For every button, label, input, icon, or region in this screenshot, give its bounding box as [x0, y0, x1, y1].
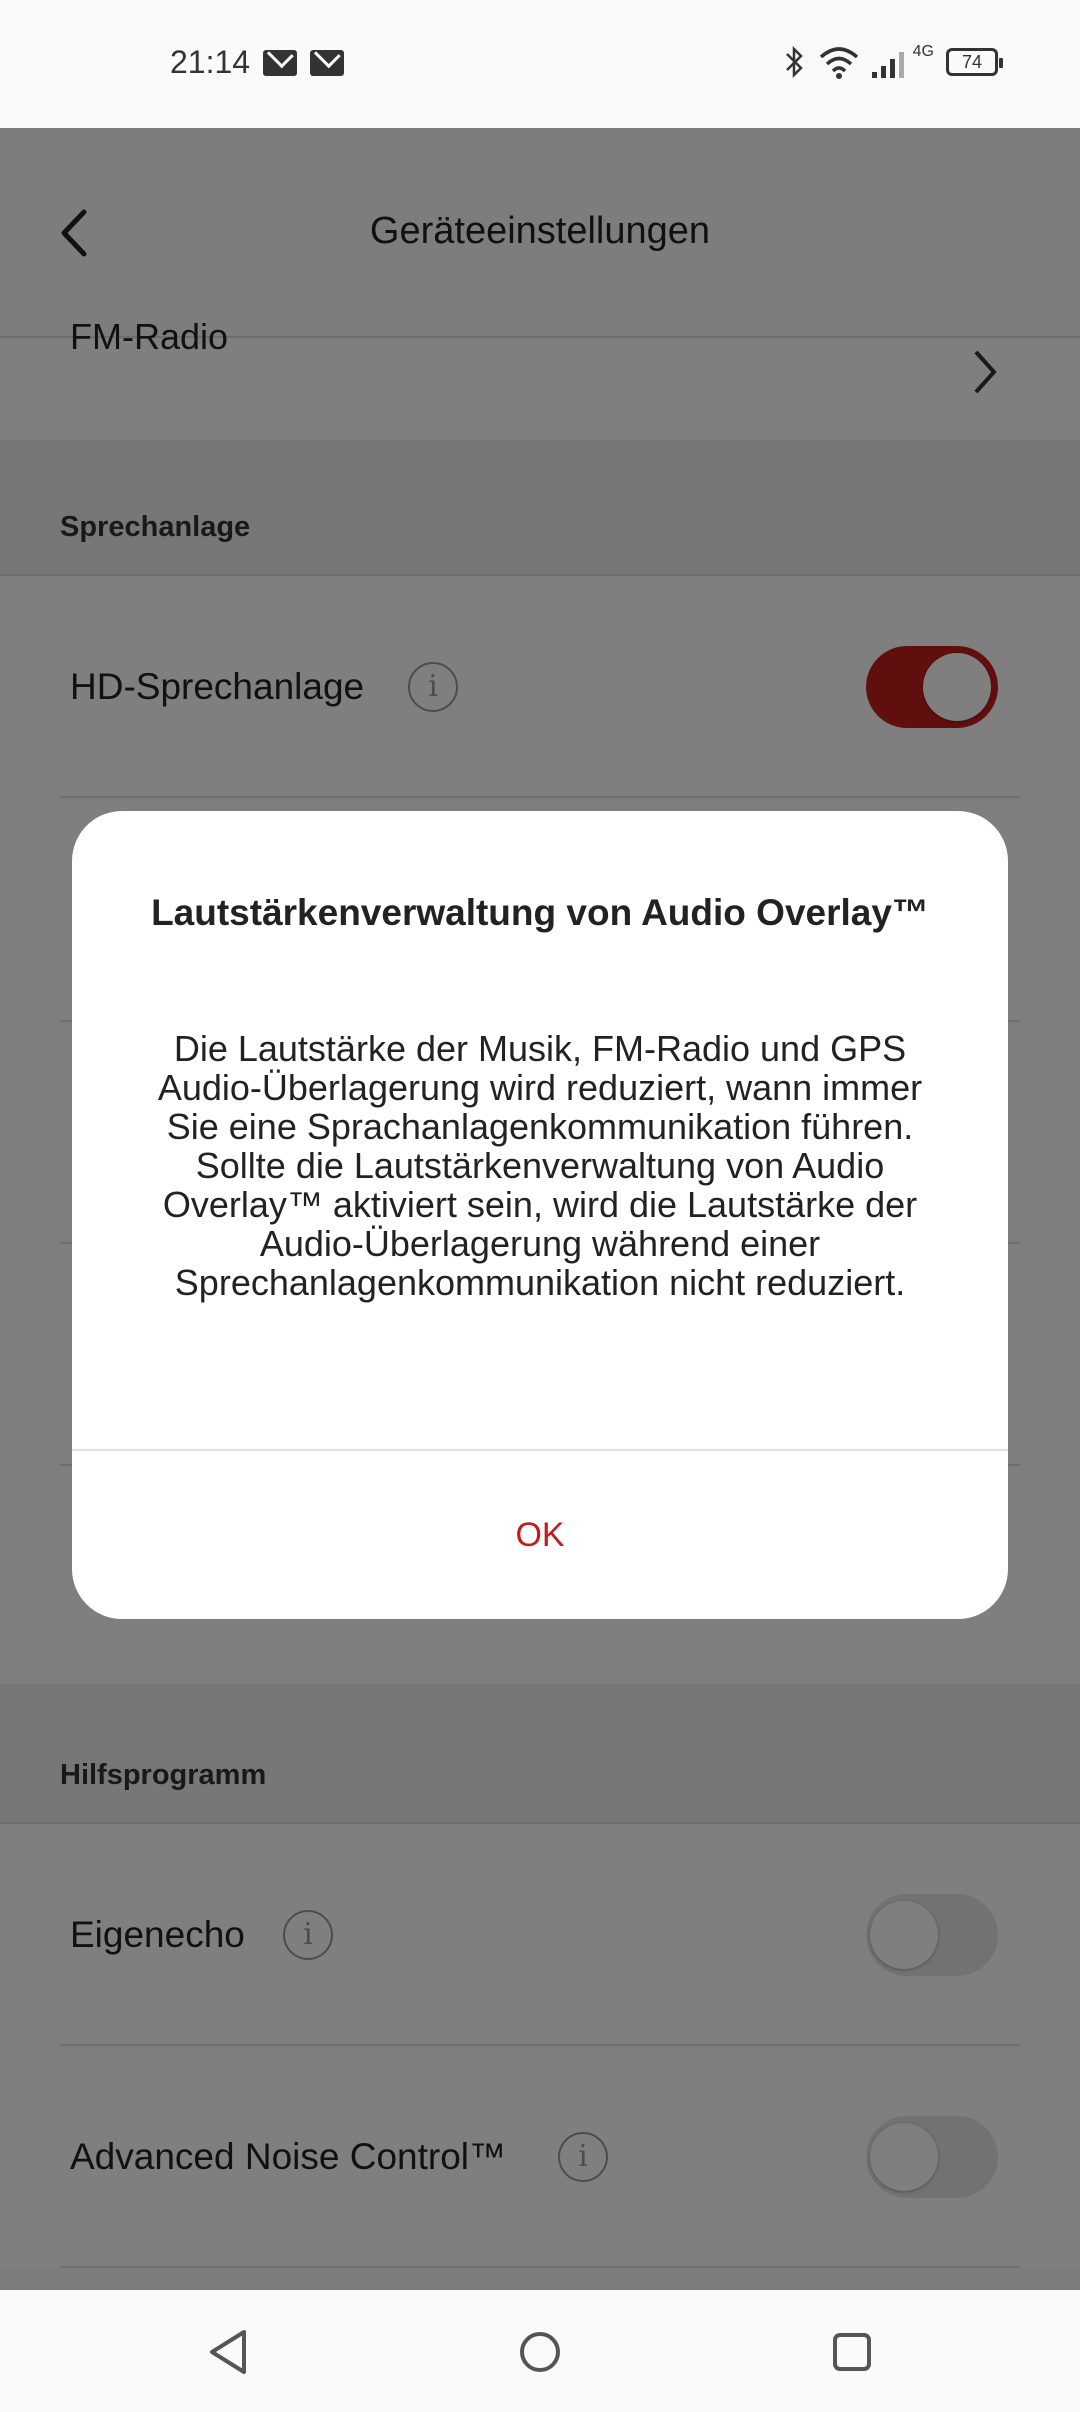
battery-icon: 74	[946, 48, 1003, 76]
network-type: 4G	[912, 43, 934, 60]
wifi-icon	[819, 47, 858, 79]
dialog-body: Die Lautstärke der Musik, FM-Radio und G…	[157, 1028, 923, 1303]
system-nav-bar	[0, 2290, 1080, 2412]
ok-button[interactable]: OK	[72, 1451, 1008, 1619]
bluetooth-icon	[785, 45, 803, 79]
mail-icon	[310, 50, 344, 76]
dialog-title: Lautstärkenverwaltung von Audio Overlay™	[151, 892, 929, 933]
status-time: 21:14	[170, 44, 251, 80]
signal-icon	[871, 52, 904, 78]
square-recents-icon[interactable]	[822, 2322, 882, 2382]
status-bar: 21:14 4G 74	[0, 0, 1080, 128]
triangle-back-icon[interactable]	[200, 2322, 260, 2382]
mail-icon	[263, 50, 297, 76]
circle-home-icon[interactable]	[510, 2322, 570, 2382]
info-dialog: Lautstärkenverwaltung von Audio Overlay™…	[72, 811, 1008, 1619]
